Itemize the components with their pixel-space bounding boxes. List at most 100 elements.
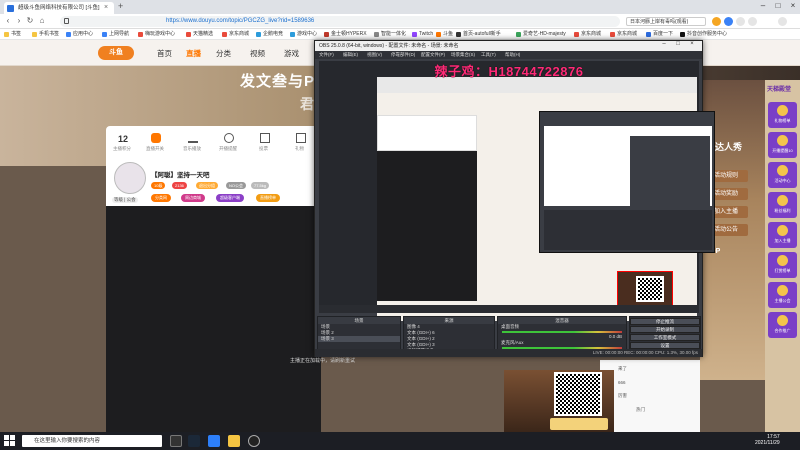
bookmark-item[interactable]: 京东商城 bbox=[222, 30, 249, 39]
room-title: 【阿聪】坚持一天吧 bbox=[151, 172, 210, 179]
obs-menu-dock[interactable]: 停靠部件(D) bbox=[391, 51, 415, 59]
pill-client[interactable]: 超级客户端 bbox=[216, 194, 244, 202]
stop-streaming-button[interactable]: 停止推流 bbox=[630, 318, 700, 325]
settings-button[interactable]: 设置 bbox=[630, 342, 700, 349]
sidebar-item-4[interactable]: 加入主播 bbox=[768, 222, 797, 248]
extension-icon[interactable] bbox=[712, 17, 721, 26]
preview-caption: 辣子鸡：H18744722876 bbox=[434, 64, 584, 79]
windows-start-icon[interactable] bbox=[4, 435, 16, 447]
obs-menu-edit[interactable]: 编辑(E) bbox=[343, 51, 358, 59]
bookmark-item[interactable]: 京东商城 bbox=[610, 30, 637, 39]
obs-menu-help[interactable]: 帮助(H) bbox=[505, 51, 520, 59]
steam-icon[interactable] bbox=[188, 435, 200, 447]
bookmark-item[interactable]: 书签 bbox=[4, 30, 21, 39]
stat-vote-label: 投票 bbox=[259, 146, 268, 151]
refresh-icon[interactable]: ↻ bbox=[25, 16, 35, 25]
sidebar-item-2[interactable]: 活动中心 bbox=[768, 162, 797, 188]
menu-icon[interactable] bbox=[778, 17, 787, 26]
history-icon[interactable] bbox=[748, 17, 757, 26]
close-window-icon[interactable]: × bbox=[786, 1, 800, 10]
sidebar-item-0[interactable]: 礼物榜单 bbox=[768, 102, 797, 128]
vote-icon[interactable] bbox=[260, 133, 270, 143]
chat-line: 热门 bbox=[636, 407, 645, 412]
tab-title: 超级斗鱼网络科技有限公司 [斗鱼] bbox=[18, 5, 100, 11]
pill-rank[interactable]: 直播榜单 bbox=[256, 194, 280, 202]
alarm-icon[interactable] bbox=[224, 133, 234, 143]
bookmark-item[interactable]: 抖音创作服务中心 bbox=[680, 30, 727, 39]
start-recording-button[interactable]: 开始录制 bbox=[630, 326, 700, 333]
promo-logo bbox=[550, 418, 608, 430]
bookmark-item[interactable]: Twitch bbox=[412, 30, 433, 39]
pill-category[interactable]: 分类网 bbox=[151, 194, 171, 202]
obs-preview[interactable]: 辣子鸡：H18744722876 bbox=[319, 61, 715, 321]
account-icon[interactable] bbox=[724, 17, 733, 26]
scene-item[interactable]: 场景 3 bbox=[318, 336, 400, 342]
nav-live[interactable]: 直播 bbox=[186, 48, 201, 59]
download-icon[interactable] bbox=[736, 17, 745, 26]
group-badge[interactable]: 退出分组 bbox=[196, 182, 218, 189]
sidebar-item-7[interactable]: 合作推广 bbox=[768, 312, 797, 338]
nav-video[interactable]: 视频 bbox=[250, 48, 265, 59]
obs-minimize-icon[interactable]: – bbox=[657, 41, 671, 47]
studio-mode-button[interactable]: 工作室模式 bbox=[630, 334, 700, 341]
browser-tab[interactable]: 超级斗鱼网络科技有限公司 [斗鱼] × bbox=[4, 2, 114, 14]
stat-music-label: 音乐播放 bbox=[183, 146, 201, 151]
chat-line: 666 bbox=[618, 380, 626, 385]
home-icon[interactable]: ⌂ bbox=[37, 16, 47, 25]
back-icon[interactable]: ‹ bbox=[3, 16, 13, 25]
address-bar-row: ‹ › ↻ ⌂ https://www.douyu.com/topic/PGCZ… bbox=[0, 14, 800, 29]
nav-game[interactable]: 游戏 bbox=[284, 48, 299, 59]
url-field[interactable]: https://www.douyu.com/topic/PGCZG_live?r… bbox=[60, 16, 620, 27]
obs-preview-toolbar bbox=[319, 305, 699, 313]
obs-close-icon[interactable]: × bbox=[685, 41, 699, 47]
bookmark-item[interactable]: 应用中心 bbox=[66, 30, 93, 39]
taskbar-search-input[interactable]: 在这里输入你要搜索的内容 bbox=[22, 435, 162, 447]
waveform-icon[interactable] bbox=[188, 133, 198, 143]
live-switch-icon[interactable] bbox=[151, 133, 161, 143]
bookmark-item[interactable]: 手机书签 bbox=[32, 30, 59, 39]
sidebar-item-6[interactable]: 主播公会 bbox=[768, 282, 797, 308]
obs-menu-profile[interactable]: 配置文件(P) bbox=[421, 51, 445, 59]
bookmark-item[interactable]: 京东商城 bbox=[574, 30, 601, 39]
obs-maximize-icon[interactable]: □ bbox=[671, 41, 685, 47]
new-tab-icon[interactable]: + bbox=[118, 1, 123, 11]
douyu-logo[interactable]: 斗鱼 bbox=[98, 46, 134, 60]
file-explorer-icon[interactable] bbox=[228, 435, 240, 447]
tab-close-icon[interactable]: × bbox=[104, 2, 108, 14]
maximize-icon[interactable]: □ bbox=[771, 1, 785, 10]
obs-menu-tools[interactable]: 工具(T) bbox=[481, 51, 496, 59]
obs-menu-scene-collection[interactable]: 场景集合(S) bbox=[451, 51, 475, 59]
bookmark-item[interactable]: 首页-autofull新手 bbox=[456, 30, 501, 39]
nav-home[interactable]: 首页 bbox=[157, 48, 172, 59]
bookmark-item[interactable]: 智能一体化 bbox=[374, 30, 406, 39]
obs-menu-view[interactable]: 视图(V) bbox=[367, 51, 382, 59]
room-toolbar: 12 主播积分 直播开关 音乐播放 开播提醒 投票 礼物 bbox=[106, 126, 321, 166]
avatar[interactable] bbox=[114, 162, 146, 194]
selected-source-box[interactable] bbox=[617, 271, 673, 309]
bookmark-item[interactable]: 天猫精选 bbox=[186, 30, 213, 39]
video-player[interactable] bbox=[106, 206, 321, 432]
task-view-icon[interactable] bbox=[170, 435, 182, 447]
forward-icon[interactable]: › bbox=[14, 16, 24, 25]
sidebar-item-5[interactable]: 打赏榜单 bbox=[768, 252, 797, 278]
minimize-icon[interactable]: – bbox=[756, 1, 770, 10]
pill-shop[interactable]: 周边商城 bbox=[181, 194, 205, 202]
gift-icon[interactable] bbox=[296, 133, 306, 143]
sidebar-item-3[interactable]: 粉丝福利 bbox=[768, 192, 797, 218]
bookmark-item[interactable]: 企鹅电竞 bbox=[256, 30, 283, 39]
sources-header: 来源 bbox=[404, 317, 494, 324]
bookmark-item[interactable]: 上网导航 bbox=[102, 30, 129, 39]
bookmark-item[interactable]: 金士顿HYPERX bbox=[324, 30, 367, 39]
nav-category[interactable]: 分类 bbox=[216, 48, 231, 59]
bookmark-item[interactable]: 游戏中心 bbox=[290, 30, 317, 39]
bookmark-item[interactable]: 斗鱼 bbox=[436, 30, 453, 39]
browser-app-icon[interactable] bbox=[208, 435, 220, 447]
obs-menu-file[interactable]: 文件(F) bbox=[319, 51, 334, 59]
bookmark-item[interactable]: 嗨玩游戏中心 bbox=[138, 30, 175, 39]
bookmark-item[interactable]: 百度一下 bbox=[646, 30, 673, 39]
taskbar-clock[interactable]: 17:57 2021/11/29 bbox=[755, 434, 780, 446]
bookmark-item[interactable]: 爱奇艺-HD-majesty bbox=[516, 30, 566, 39]
sidebar-item-1[interactable]: 开播提醒10 bbox=[768, 132, 797, 158]
browser-search-input[interactable]: 日本河豚上岸有毒吗(观看) bbox=[626, 17, 706, 26]
obs-app-icon[interactable] bbox=[248, 435, 260, 447]
